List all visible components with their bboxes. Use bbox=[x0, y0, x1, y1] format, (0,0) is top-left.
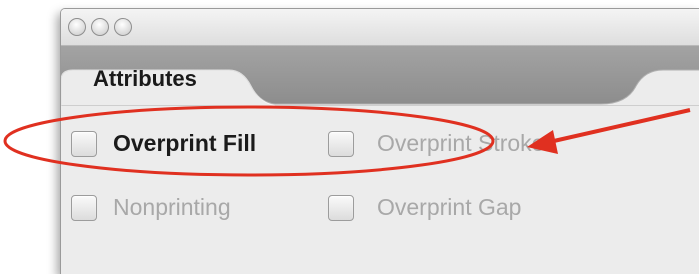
overprint-fill-checkbox[interactable] bbox=[71, 131, 97, 157]
tab-attributes[interactable]: Attributes bbox=[93, 66, 197, 92]
nonprinting-label[interactable]: Nonprinting bbox=[113, 194, 231, 221]
nonprinting-checkbox[interactable] bbox=[71, 195, 97, 221]
overprint-stroke-label[interactable]: Overprint Stroke bbox=[377, 130, 544, 157]
overprint-gap-checkbox[interactable] bbox=[328, 195, 354, 221]
overprint-fill-label[interactable]: Overprint Fill bbox=[113, 130, 256, 157]
attributes-panel: Attributes Overprint Fill Overprint Stro… bbox=[60, 8, 699, 274]
window-title-bar[interactable] bbox=[61, 9, 699, 46]
minimize-window-button[interactable] bbox=[91, 18, 109, 36]
overprint-gap-label[interactable]: Overprint Gap bbox=[377, 194, 521, 221]
zoom-window-button[interactable] bbox=[114, 18, 132, 36]
close-window-button[interactable] bbox=[68, 18, 86, 36]
overprint-stroke-checkbox[interactable] bbox=[328, 131, 354, 157]
